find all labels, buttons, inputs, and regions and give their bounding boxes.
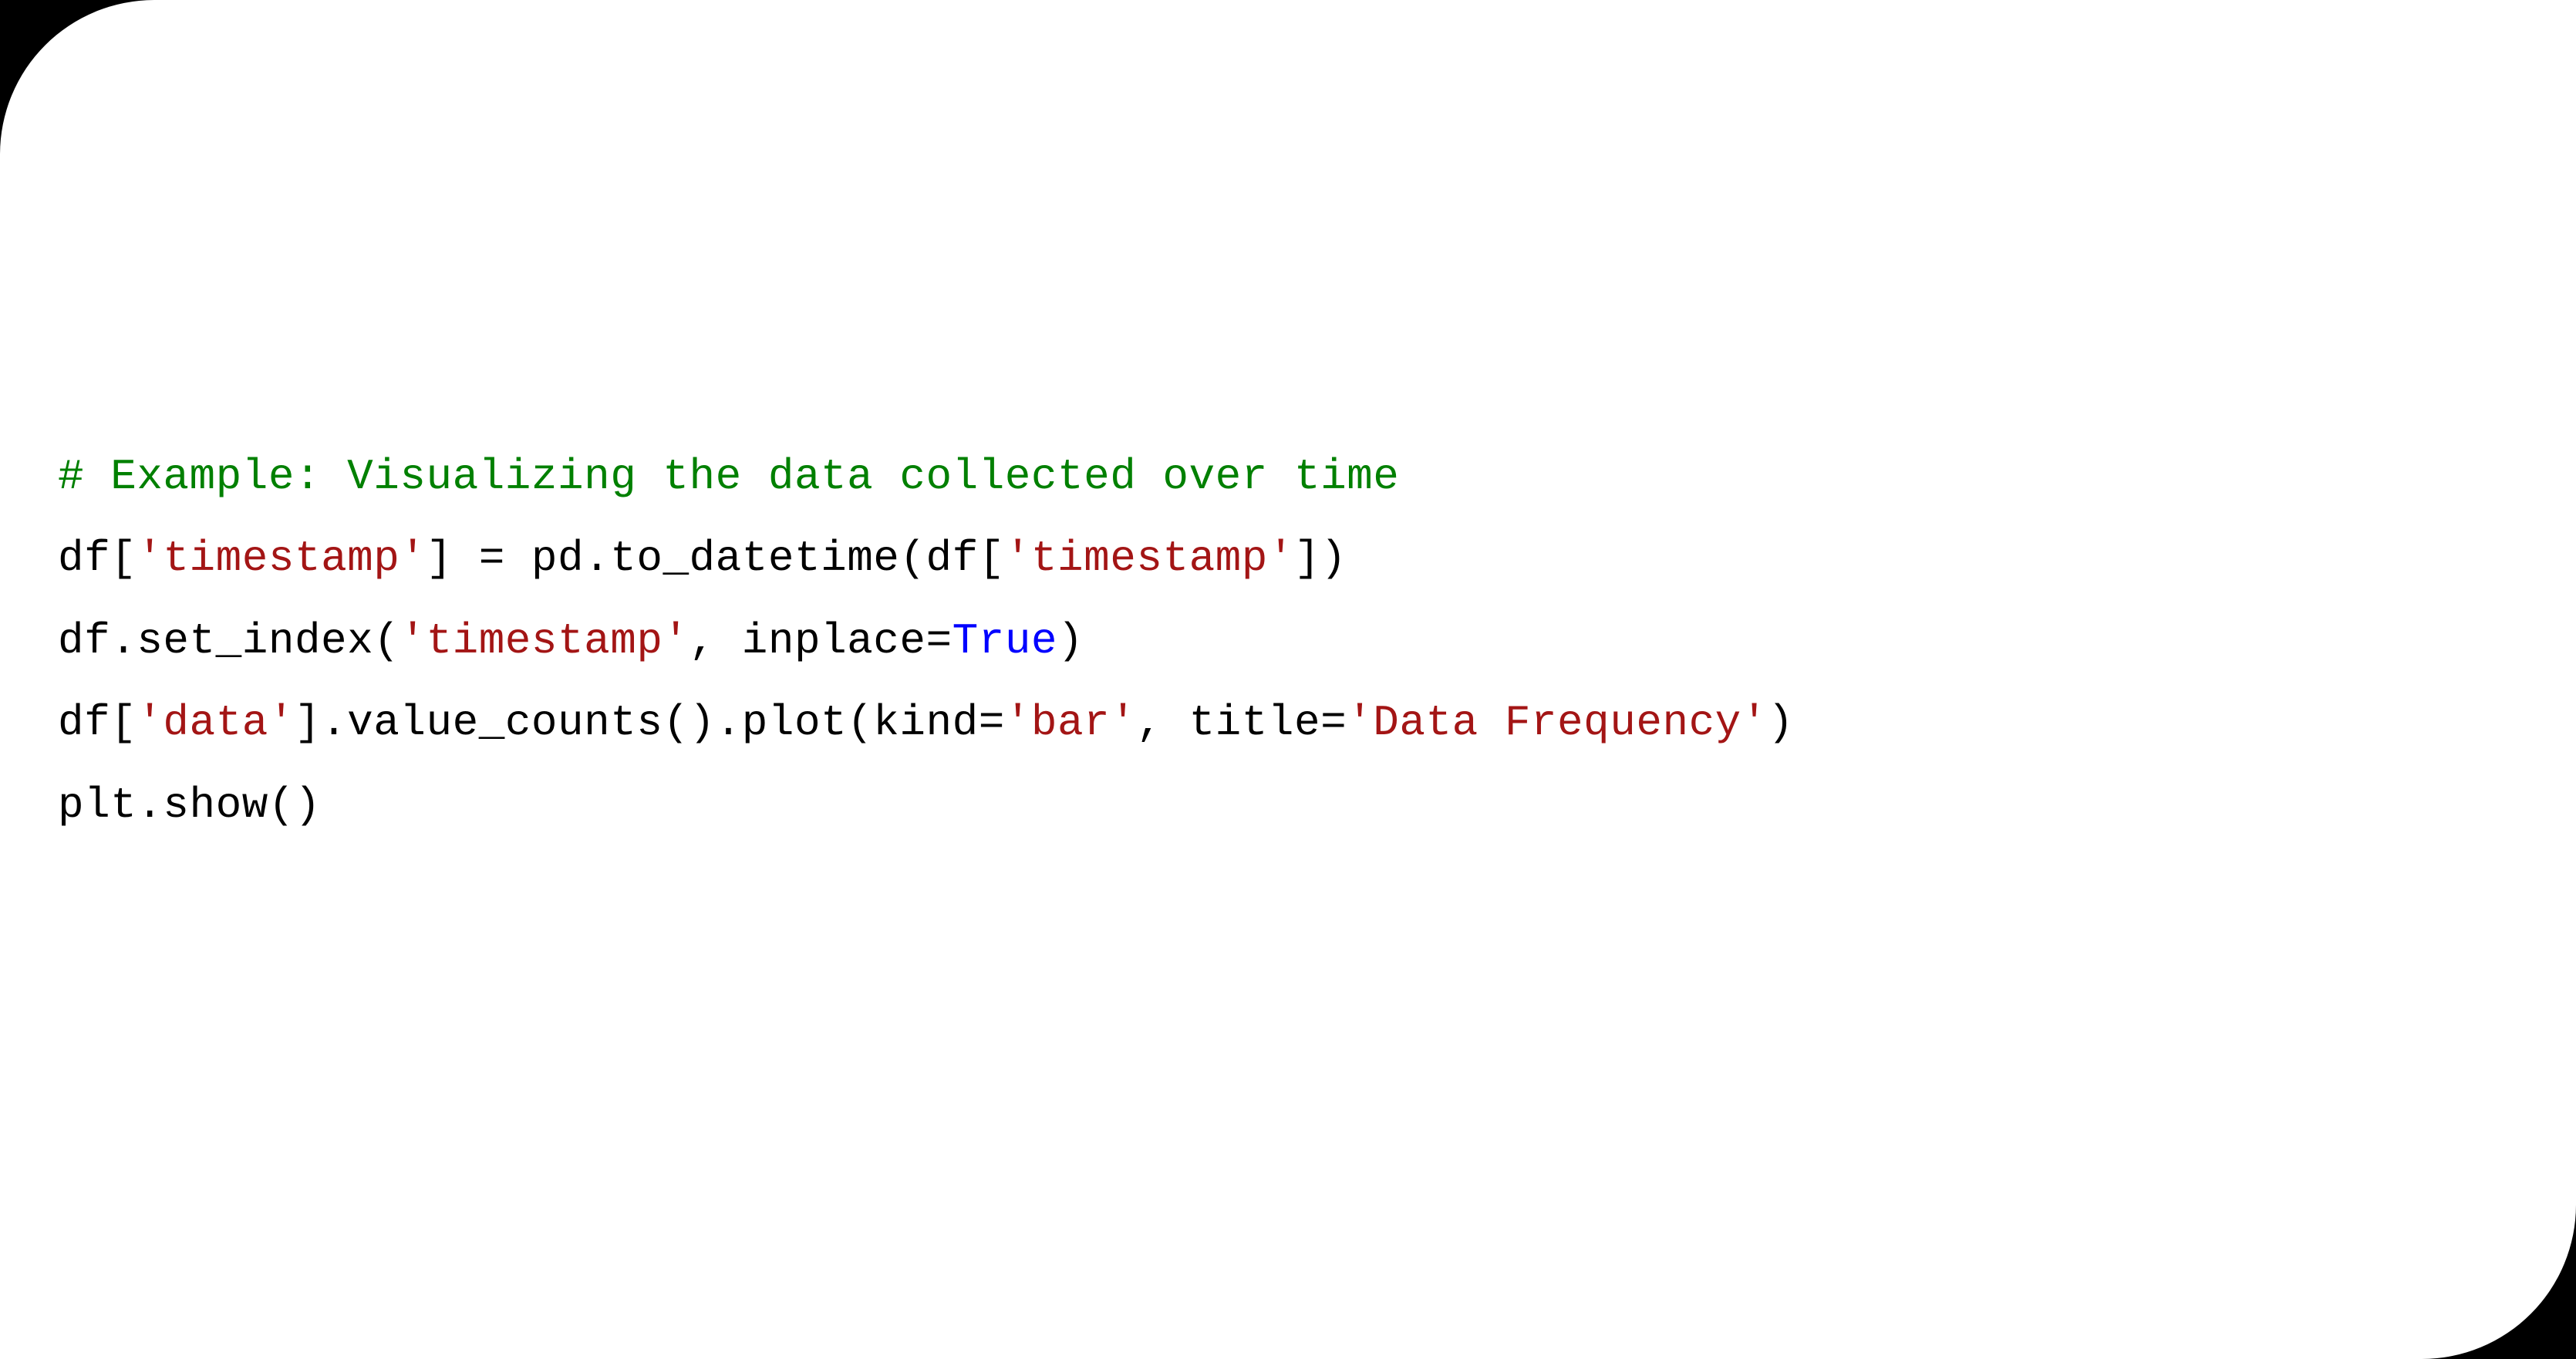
code-card: # Example: Visualizing the data collecte…	[0, 0, 2576, 1359]
code-string: 'timestamp'	[1005, 534, 1294, 583]
code-block: # Example: Visualizing the data collecte…	[58, 436, 1794, 846]
code-token: plt.show()	[58, 781, 321, 830]
code-string: 'timestamp'	[137, 534, 426, 583]
code-token: )	[1057, 616, 1084, 666]
code-token: ] = pd.to_datetime(df[	[427, 534, 1005, 583]
code-token: df[	[58, 534, 137, 583]
code-token: ])	[1294, 534, 1347, 583]
code-token: df.set_index(	[58, 616, 400, 666]
code-comment-line1: # Example: Visualizing the data collecte…	[58, 452, 1399, 501]
code-token: )	[1768, 698, 1794, 747]
code-token: df[	[58, 698, 137, 747]
code-keyword: True	[953, 616, 1057, 666]
code-token: , title=	[1136, 698, 1347, 747]
code-string: 'timestamp'	[400, 616, 689, 666]
code-string: 'bar'	[1005, 698, 1137, 747]
code-token: ].value_counts().plot(kind=	[295, 698, 1005, 747]
code-token: , inplace=	[690, 616, 953, 666]
code-string: 'data'	[137, 698, 295, 747]
code-string: 'Data Frequency'	[1347, 698, 1768, 747]
